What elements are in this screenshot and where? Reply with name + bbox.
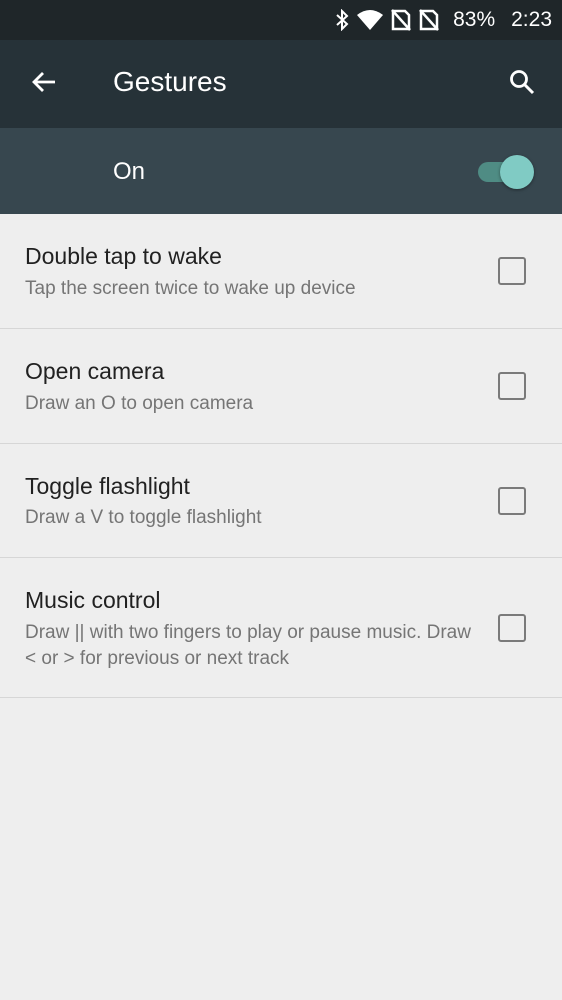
gesture-summary: Draw || with two fingers to play or paus… xyxy=(25,622,471,669)
search-icon xyxy=(509,69,535,100)
gesture-title: Double tap to wake xyxy=(25,243,222,269)
no-sim-icon xyxy=(391,9,412,31)
battery-percent: 83% xyxy=(453,8,496,31)
gesture-title: Open camera xyxy=(25,358,165,384)
page-title: Gestures xyxy=(113,66,227,97)
app-toolbar: Gestures xyxy=(0,40,562,128)
gesture-checkbox[interactable] xyxy=(498,487,526,515)
list-item[interactable]: Music control Draw || with two fingers t… xyxy=(0,558,562,698)
back-button[interactable] xyxy=(22,62,66,106)
gesture-checkbox[interactable] xyxy=(498,257,526,285)
toggle-thumb xyxy=(500,155,534,189)
gesture-checkbox[interactable] xyxy=(498,372,526,400)
list-item[interactable]: Open camera Draw an O to open camera xyxy=(0,329,562,444)
bluetooth-icon xyxy=(335,9,349,31)
search-button[interactable] xyxy=(500,62,544,106)
master-switch-toggle[interactable] xyxy=(478,155,534,189)
list-item[interactable]: Double tap to wake Tap the screen twice … xyxy=(0,214,562,329)
gesture-summary: Draw an O to open camera xyxy=(25,393,254,414)
clock: 2:23 xyxy=(511,8,552,31)
arrow-left-icon xyxy=(31,70,57,99)
list-item[interactable]: Toggle flashlight Draw a V to toggle fla… xyxy=(0,444,562,558)
gesture-checkbox[interactable] xyxy=(498,614,526,642)
wifi-icon xyxy=(357,9,384,31)
master-switch-label: On xyxy=(113,158,146,185)
gesture-summary: Draw a V to toggle flashlight xyxy=(25,507,262,528)
gesture-summary: Tap the screen twice to wake up device xyxy=(25,278,356,299)
no-sim-icon xyxy=(419,9,440,31)
status-bar: 83% 2:23 xyxy=(0,0,562,40)
gesture-list: Double tap to wake Tap the screen twice … xyxy=(0,214,562,698)
gesture-title: Toggle flashlight xyxy=(25,473,190,499)
gesture-title: Music control xyxy=(25,587,161,613)
